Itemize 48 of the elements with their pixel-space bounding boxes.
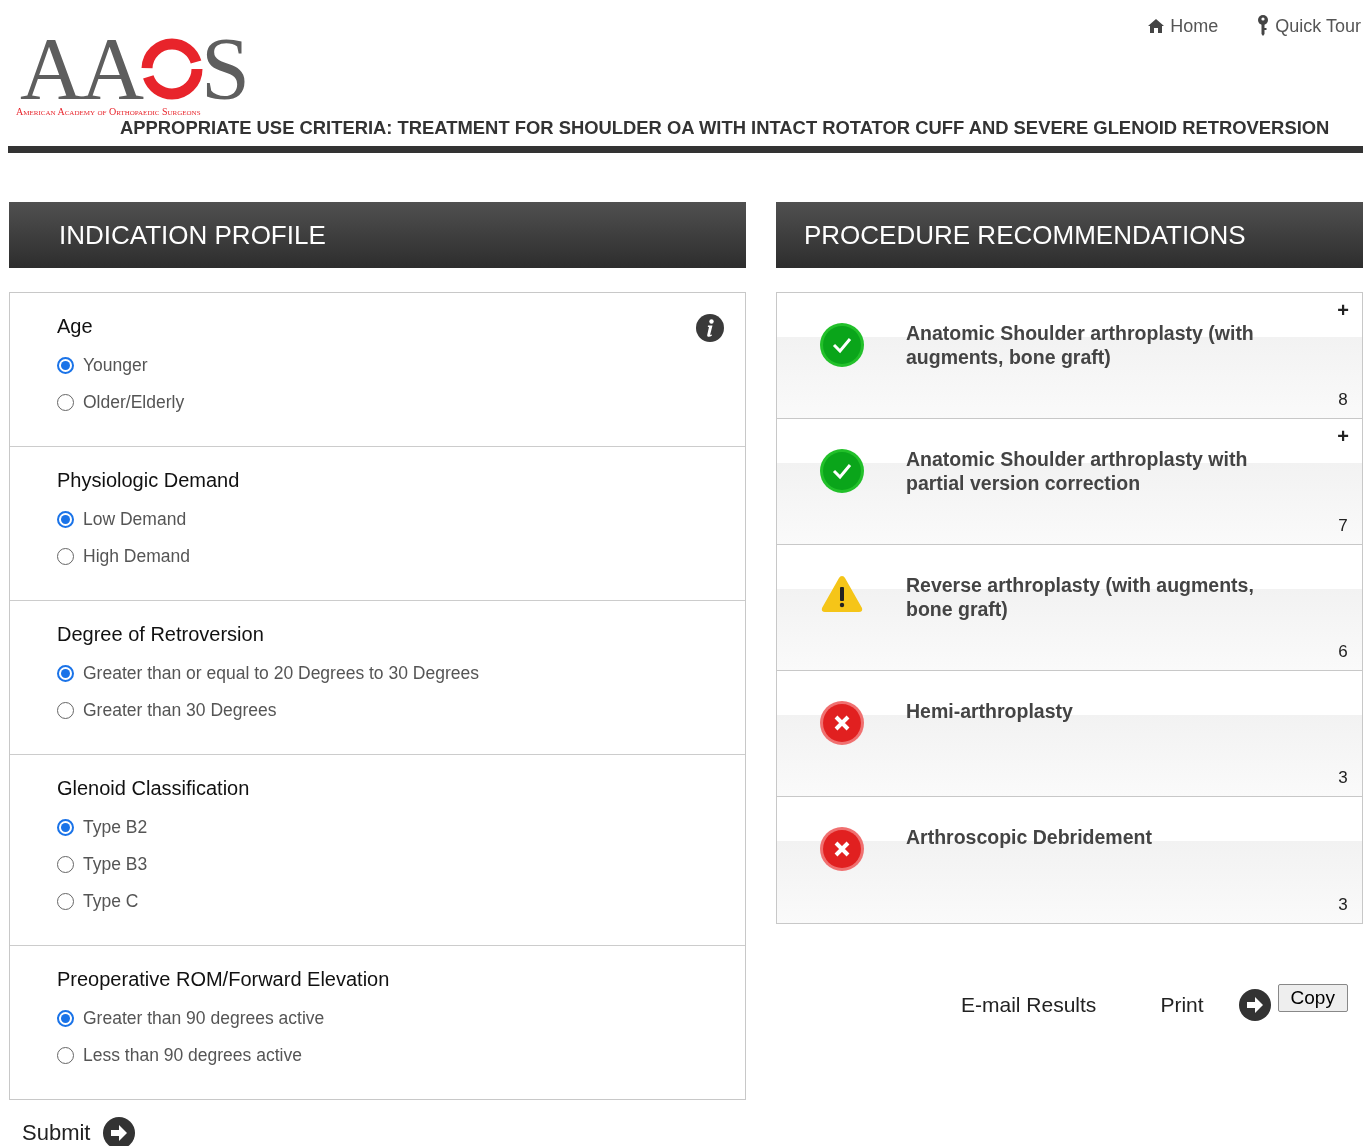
radio-option[interactable]: Type C — [57, 883, 139, 920]
score: 6 — [1338, 642, 1348, 662]
key-icon — [1256, 14, 1271, 38]
check-icon — [818, 448, 865, 494]
x-icon — [818, 826, 865, 872]
question-label: Age — [57, 315, 93, 338]
radio-option[interactable]: Type B3 — [57, 846, 148, 883]
question-label: Preoperative ROM/Forward Elevation — [57, 968, 390, 991]
procedure-name: Hemi-arthroplasty — [906, 699, 1074, 724]
copy-button[interactable]: Copy — [1277, 984, 1348, 1012]
logo-tagline: American Academy of Orthopaedic Surgeons — [16, 106, 202, 117]
radio-option[interactable]: Older/Elderly — [57, 384, 185, 421]
radio-option[interactable]: Younger — [57, 347, 148, 384]
expand-toggle[interactable]: + — [1337, 299, 1349, 322]
procedure-name: Anatomic Shoulder arthroplasty (with augments, bone graft) — [906, 321, 1255, 370]
question-label: Degree of Retroversion — [57, 623, 264, 646]
radio-option[interactable]: Greater than or equal to 20 Degrees to 30 Degrees — [57, 655, 479, 692]
section-header: INDICATION PROFILE — [9, 202, 746, 268]
question-label: Glenoid Classification — [57, 777, 250, 800]
home-icon — [1147, 18, 1166, 34]
print-link[interactable]: Print — [1160, 993, 1204, 1017]
radio-option[interactable]: Type B2 — [57, 809, 148, 846]
score: 7 — [1338, 516, 1348, 536]
arrow-icon — [102, 1116, 137, 1146]
expand-toggle[interactable]: + — [1337, 425, 1349, 448]
nav-link[interactable]: Home — [1147, 14, 1219, 38]
radio-option[interactable]: Greater than 90 degrees active — [57, 1000, 325, 1037]
procedure-name: Arthroscopic Debridement — [906, 825, 1153, 850]
radio-option[interactable]: Less than 90 degrees active — [57, 1037, 302, 1074]
email-link[interactable]: E-mail Results — [961, 993, 1097, 1017]
info-icon[interactable] — [695, 313, 725, 343]
submit-button[interactable]: Submit — [22, 1116, 137, 1146]
logo-wordmark: AA S — [20, 30, 248, 108]
check-icon — [818, 322, 865, 368]
score: 3 — [1338, 768, 1348, 788]
nav-link[interactable]: Quick Tour — [1256, 14, 1361, 38]
procedure-name: Anatomic Shoulder arthroplasty with partial version correction — [906, 447, 1249, 496]
score: 8 — [1338, 390, 1348, 410]
procedure-name: Reverse arthroplasty (with augments, bone graft) — [906, 573, 1255, 622]
question-label: Physiologic Demand — [57, 469, 240, 492]
radio-option[interactable]: Greater than 30 Degrees — [57, 692, 277, 729]
radio-option[interactable]: High Demand — [57, 538, 190, 575]
section-header: PROCEDURE RECOMMENDATIONS — [776, 202, 1363, 268]
score: 3 — [1338, 895, 1348, 915]
x-icon — [818, 700, 865, 746]
radio-option[interactable]: Low Demand — [57, 501, 187, 538]
warning-icon — [819, 574, 864, 614]
page-title: APPROPRIATE USE CRITERIA: TREATMENT FOR SHOULDER OA WITH INTACT ROTATOR CUFF AND SEVERE GLENOID RETROVERSION — [120, 117, 1330, 139]
